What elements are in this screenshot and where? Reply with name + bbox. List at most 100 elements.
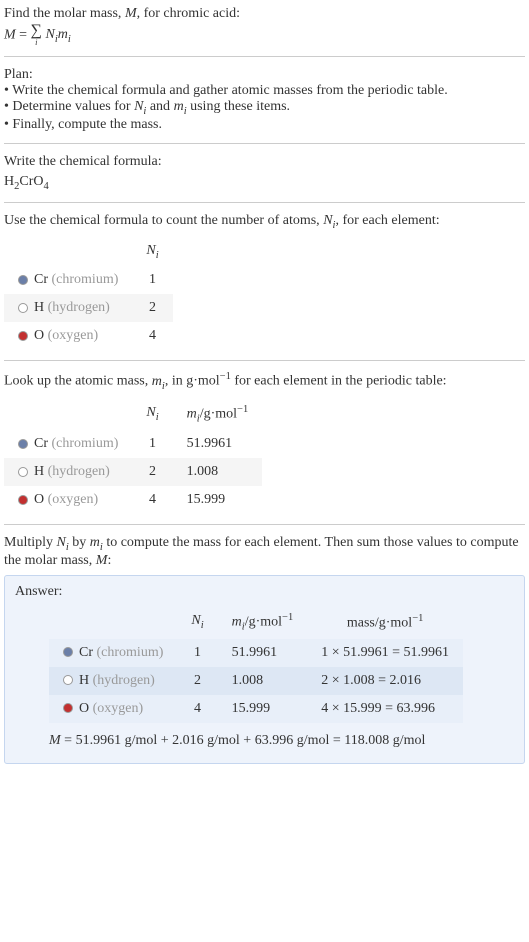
cf-sub2: 4 xyxy=(44,181,49,192)
element-swatch-icon xyxy=(63,647,73,657)
th-blank xyxy=(49,606,177,638)
mul-d: : xyxy=(107,553,111,568)
el-m: 1.008 xyxy=(218,667,308,695)
sigma-icon: ∑i xyxy=(31,24,42,46)
el-N: 2 xyxy=(132,294,172,322)
cf-cro: CrO xyxy=(19,174,43,189)
count-section: Use the chemical formula to count the nu… xyxy=(4,213,525,351)
th-mi: mi/g·mol−1 xyxy=(218,606,308,638)
answer-table: Ni mi/g·mol−1 mass/g·mol−1 Cr (chromium)… xyxy=(49,606,463,722)
th-Ni: Ni xyxy=(177,606,217,638)
th-blank xyxy=(4,237,132,267)
el-m: 1.008 xyxy=(173,458,263,486)
el-N: 2 xyxy=(177,667,217,695)
el-name: (oxygen) xyxy=(93,701,144,716)
intro-section: Find the molar mass, M, for chromic acid… xyxy=(4,6,525,46)
el-mass: 2 × 1.008 = 2.016 xyxy=(307,667,463,695)
el-N: 4 xyxy=(177,695,217,723)
element-swatch-icon xyxy=(18,303,28,313)
answer-label: Answer: xyxy=(15,584,514,600)
el-N: 4 xyxy=(132,486,172,514)
el-name: (oxygen) xyxy=(48,328,99,343)
element-swatch-icon xyxy=(63,675,73,685)
table-row: O (oxygen) 4 15.999 xyxy=(4,486,262,514)
element-swatch-icon xyxy=(18,467,28,477)
table-row: Cr (chromium) 1 51.9961 1 × 51.9961 = 51… xyxy=(49,639,463,667)
element-swatch-icon xyxy=(18,331,28,341)
el-N: 2 xyxy=(132,458,172,486)
el-sym: Cr xyxy=(79,645,93,660)
lookup-c: for each element in the periodic table: xyxy=(231,374,447,389)
plan-section: Plan: • Write the chemical formula and g… xyxy=(4,67,525,133)
element-cell: O (oxygen) xyxy=(4,486,132,514)
var-M: M xyxy=(125,6,137,21)
chemical-formula: H2CrO4 xyxy=(4,174,525,192)
plan-bullet-2: • Determine values for Ni and mi using t… xyxy=(4,99,525,117)
table-row: H (hydrogen) 2 xyxy=(4,294,173,322)
el-name: (hydrogen) xyxy=(48,300,110,315)
el-N: 1 xyxy=(132,430,172,458)
el-N: 1 xyxy=(132,266,172,294)
eq-mi: mi xyxy=(58,27,71,42)
plan-b2-c: using these items. xyxy=(187,99,290,114)
el-name: (hydrogen) xyxy=(93,673,155,688)
element-cell: H (hydrogen) xyxy=(4,458,132,486)
plan-bullet-1: • Write the chemical formula and gather … xyxy=(4,83,525,99)
element-cell: Cr (chromium) xyxy=(4,266,132,294)
el-sym: Cr xyxy=(34,272,48,287)
element-cell: O (oxygen) xyxy=(49,695,177,723)
table-row: H (hydrogen) 2 1.008 xyxy=(4,458,262,486)
el-name: (chromium) xyxy=(52,436,119,451)
lookup-b: , in g·mol xyxy=(165,374,220,389)
molar-mass-equation: M = ∑i Nimi xyxy=(4,24,525,46)
atomic-mass-table: Ni mi/g·mol−1 Cr (chromium) 1 51.9961 H … xyxy=(4,398,262,514)
intro-text-b: , for chromic acid: xyxy=(137,6,240,21)
el-m: 51.9961 xyxy=(173,430,263,458)
table-row: O (oxygen) 4 xyxy=(4,322,173,350)
plan-bullet-3: • Finally, compute the mass. xyxy=(4,117,525,133)
th-blank xyxy=(4,398,132,430)
element-swatch-icon xyxy=(18,439,28,449)
el-m: 15.999 xyxy=(218,695,308,723)
el-sym: O xyxy=(79,701,89,716)
th-mass: mass/g·mol−1 xyxy=(307,606,463,638)
sigma-sub: i xyxy=(31,39,42,47)
final-rest: = 51.9961 g/mol + 2.016 g/mol + 63.996 g… xyxy=(61,733,426,748)
intro-text-a: Find the molar mass, xyxy=(4,6,125,21)
plan-b2-a: • Determine values for xyxy=(4,99,134,114)
count-text: Use the chemical formula to count the nu… xyxy=(4,213,525,231)
var-Ni-2: Ni xyxy=(323,213,335,228)
intro-line: Find the molar mass, M, for chromic acid… xyxy=(4,6,525,22)
el-name: (hydrogen) xyxy=(48,464,110,479)
divider xyxy=(4,360,525,361)
element-cell: H (hydrogen) xyxy=(4,294,132,322)
atom-count-table: Ni Cr (chromium) 1 H (hydrogen) 2 O (oxy… xyxy=(4,237,173,351)
var-mi-2: mi xyxy=(152,374,165,389)
eq-M: M xyxy=(4,27,16,42)
element-cell: O (oxygen) xyxy=(4,322,132,350)
th-Ni: Ni xyxy=(132,237,172,267)
el-sym: O xyxy=(34,492,44,507)
table-row: Cr (chromium) 1 51.9961 xyxy=(4,430,262,458)
answer-box: Answer: Ni mi/g·mol−1 mass/g·mol−1 Cr (c… xyxy=(4,575,525,763)
el-sym: H xyxy=(34,300,44,315)
element-swatch-icon xyxy=(18,275,28,285)
var-M-2: M xyxy=(96,553,108,568)
element-cell: Cr (chromium) xyxy=(49,639,177,667)
lookup-text: Look up the atomic mass, mi, in g·mol−1 … xyxy=(4,371,525,391)
el-name: (chromium) xyxy=(52,272,119,287)
el-name: (chromium) xyxy=(97,645,164,660)
plan-b2-b: and xyxy=(146,99,173,114)
el-sym: Cr xyxy=(34,436,48,451)
el-mass: 4 × 15.999 = 63.996 xyxy=(307,695,463,723)
multiply-section: Multiply Ni by mi to compute the mass fo… xyxy=(4,535,525,763)
var-Ni: Ni xyxy=(134,99,146,114)
el-sym: H xyxy=(79,673,89,688)
element-cell: Cr (chromium) xyxy=(4,430,132,458)
el-name: (oxygen) xyxy=(48,492,99,507)
element-swatch-icon xyxy=(18,495,28,505)
cf-h: H xyxy=(4,174,14,189)
el-N: 1 xyxy=(177,639,217,667)
el-mass: 1 × 51.9961 = 51.9961 xyxy=(307,639,463,667)
count-b: , for each element: xyxy=(335,213,439,228)
